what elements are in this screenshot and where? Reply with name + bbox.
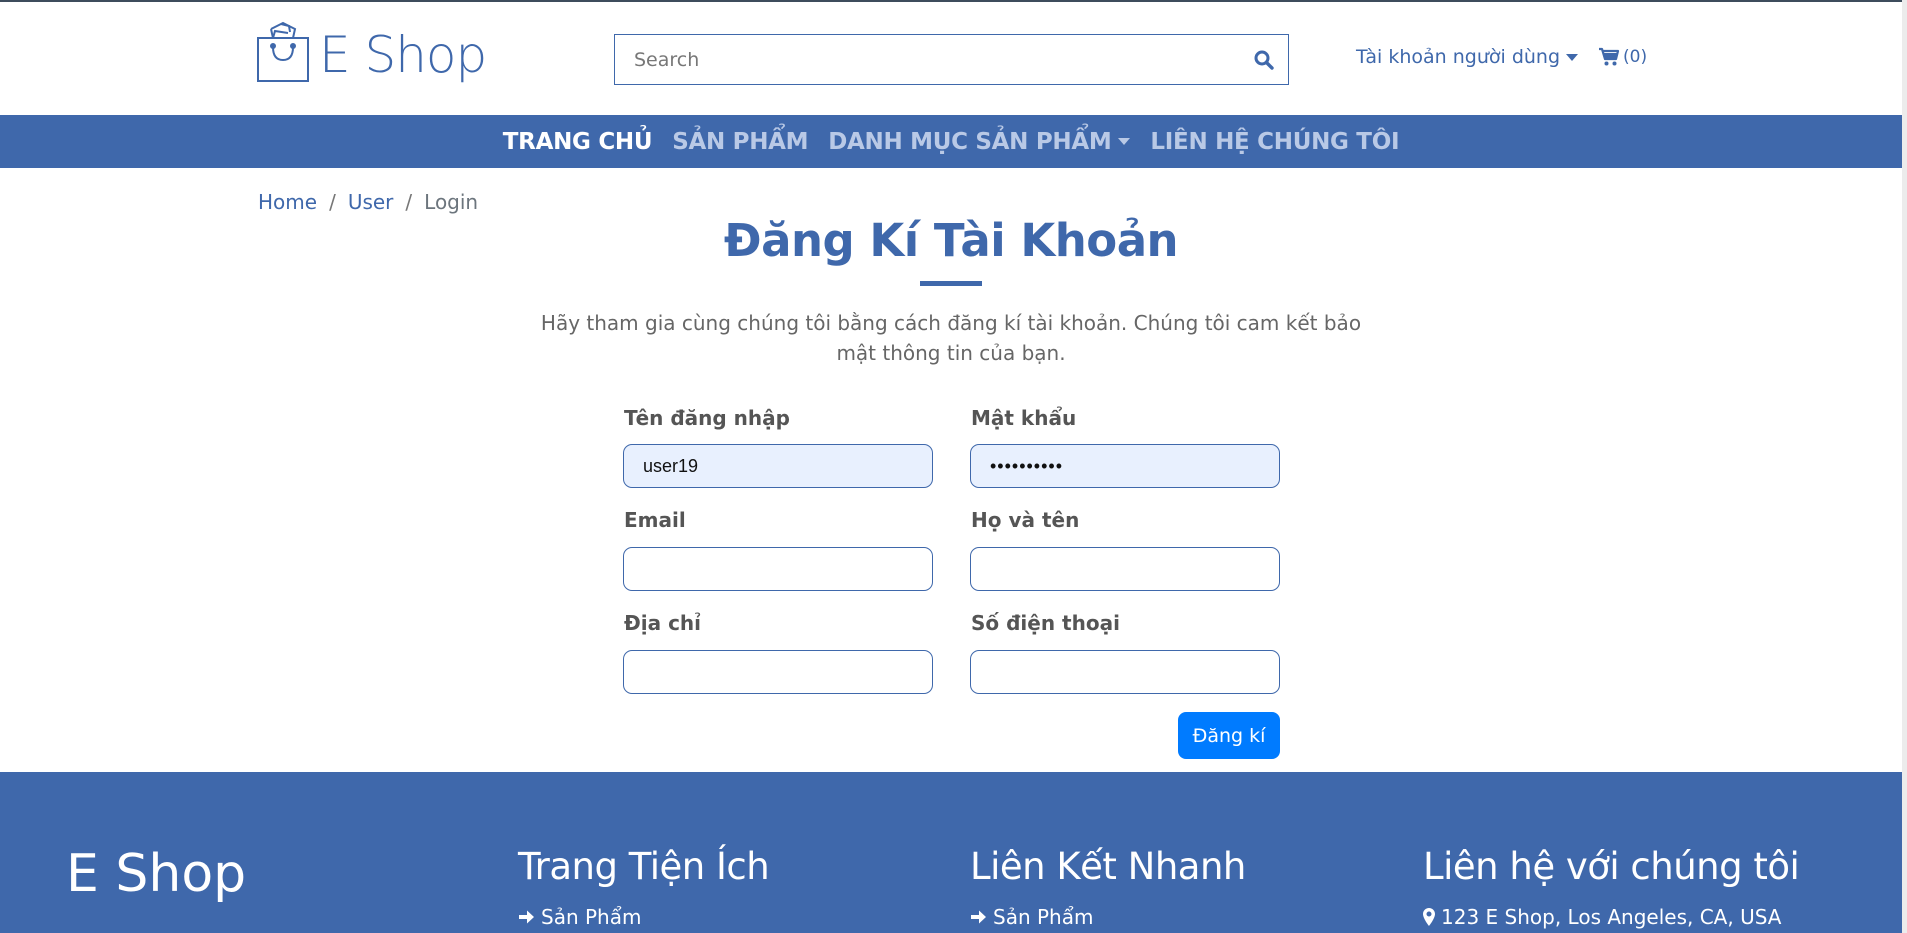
nav-item-products[interactable]: SẢN PHẨM bbox=[662, 129, 818, 155]
search-bar bbox=[614, 34, 1289, 85]
search-input[interactable] bbox=[615, 35, 1240, 84]
map-marker-icon bbox=[1423, 908, 1435, 926]
arrow-right-icon bbox=[519, 910, 534, 924]
phone-field[interactable] bbox=[970, 650, 1280, 694]
nav-item-contact[interactable]: LIÊN HỆ CHÚNG TÔI bbox=[1140, 129, 1409, 155]
breadcrumb-user[interactable]: User bbox=[348, 190, 394, 214]
cart-link[interactable]: (0) bbox=[1598, 47, 1647, 67]
footer-heading: Liên Kết Nhanh bbox=[970, 845, 1246, 888]
scrollbar[interactable] bbox=[1902, 0, 1907, 933]
caret-down-icon bbox=[1566, 53, 1579, 61]
footer-address: 123 E Shop, Los Angeles, CA, USA bbox=[1423, 905, 1799, 929]
cart-count: (0) bbox=[1623, 47, 1648, 67]
fullname-field[interactable] bbox=[970, 547, 1280, 591]
site-header: E Shop Tài khoản người dùng (0) bbox=[0, 2, 1902, 115]
phone-label: Số điện thoại bbox=[971, 611, 1120, 635]
address-label: Địa chỉ bbox=[624, 611, 702, 635]
footer-col-contact: Liên hệ với chúng tôi 123 E Shop, Los An… bbox=[1423, 845, 1800, 929]
logo-text: E Shop bbox=[319, 25, 487, 84]
caret-down-icon bbox=[1118, 138, 1131, 145]
footer-address-text: 123 E Shop, Los Angeles, CA, USA bbox=[1441, 905, 1782, 929]
main-nav: TRANG CHỦ SẢN PHẨM DANH MỤC SẢN PHẨM LIÊ… bbox=[0, 115, 1902, 168]
intro-text: Hãy tham gia cùng chúng tôi bằng cách đă… bbox=[540, 311, 1362, 365]
email-field[interactable] bbox=[623, 547, 933, 591]
nav-item-label: SẢN PHẨM bbox=[672, 128, 809, 155]
breadcrumb: Home / User / Login bbox=[258, 190, 478, 214]
title-underline bbox=[920, 281, 982, 286]
site-footer: E Shop Trang Tiện Ích Sản Phẩm Liên Kết … bbox=[0, 772, 1902, 933]
footer-link-label: Sản Phẩm bbox=[993, 905, 1094, 929]
address-field[interactable] bbox=[623, 650, 933, 694]
page-title: Đăng Kí Tài Khoản bbox=[723, 214, 1179, 267]
footer-col-utilities: Trang Tiện Ích Sản Phẩm bbox=[518, 845, 770, 929]
footer-link-label: Sản Phẩm bbox=[541, 905, 642, 929]
logo-link[interactable]: E Shop bbox=[255, 20, 487, 89]
username-field[interactable] bbox=[623, 444, 933, 488]
register-button[interactable]: Đăng kí bbox=[1178, 712, 1280, 759]
fullname-label: Họ và tên bbox=[971, 508, 1080, 532]
password-label: Mật khẩu bbox=[971, 406, 1077, 430]
search-icon bbox=[1254, 50, 1274, 70]
nav-item-label: DANH MỤC SẢN PHẨM bbox=[828, 128, 1112, 155]
footer-link-products[interactable]: Sản Phẩm bbox=[970, 905, 1246, 929]
nav-item-label: TRANG CHỦ bbox=[502, 128, 653, 155]
email-label: Email bbox=[624, 508, 686, 532]
account-dropdown[interactable]: Tài khoản người dùng bbox=[1356, 46, 1579, 68]
footer-heading: Trang Tiện Ích bbox=[518, 845, 770, 888]
breadcrumb-current: Login bbox=[424, 190, 479, 214]
account-label: Tài khoản người dùng bbox=[1356, 46, 1561, 68]
nav-item-home[interactable]: TRANG CHỦ bbox=[493, 129, 662, 155]
cart-icon bbox=[1599, 47, 1620, 66]
footer-col-quicklinks: Liên Kết Nhanh Sản Phẩm bbox=[970, 848, 1246, 929]
breadcrumb-separator: / bbox=[329, 190, 336, 214]
footer-heading: Liên hệ với chúng tôi bbox=[1423, 845, 1800, 888]
nav-item-label: LIÊN HỆ CHÚNG TÔI bbox=[1150, 128, 1400, 155]
footer-link-products[interactable]: Sản Phẩm bbox=[518, 905, 769, 929]
arrow-right-icon bbox=[971, 910, 986, 924]
nav-item-categories[interactable]: DANH MỤC SẢN PHẨM bbox=[818, 129, 1140, 155]
breadcrumb-home[interactable]: Home bbox=[258, 190, 317, 214]
breadcrumb-separator: / bbox=[405, 190, 413, 214]
username-label: Tên đăng nhập bbox=[624, 406, 790, 430]
password-field[interactable] bbox=[970, 444, 1280, 488]
shopping-bag-icon bbox=[255, 20, 311, 89]
search-button[interactable] bbox=[1240, 35, 1288, 84]
footer-brand: E Shop bbox=[66, 844, 247, 904]
